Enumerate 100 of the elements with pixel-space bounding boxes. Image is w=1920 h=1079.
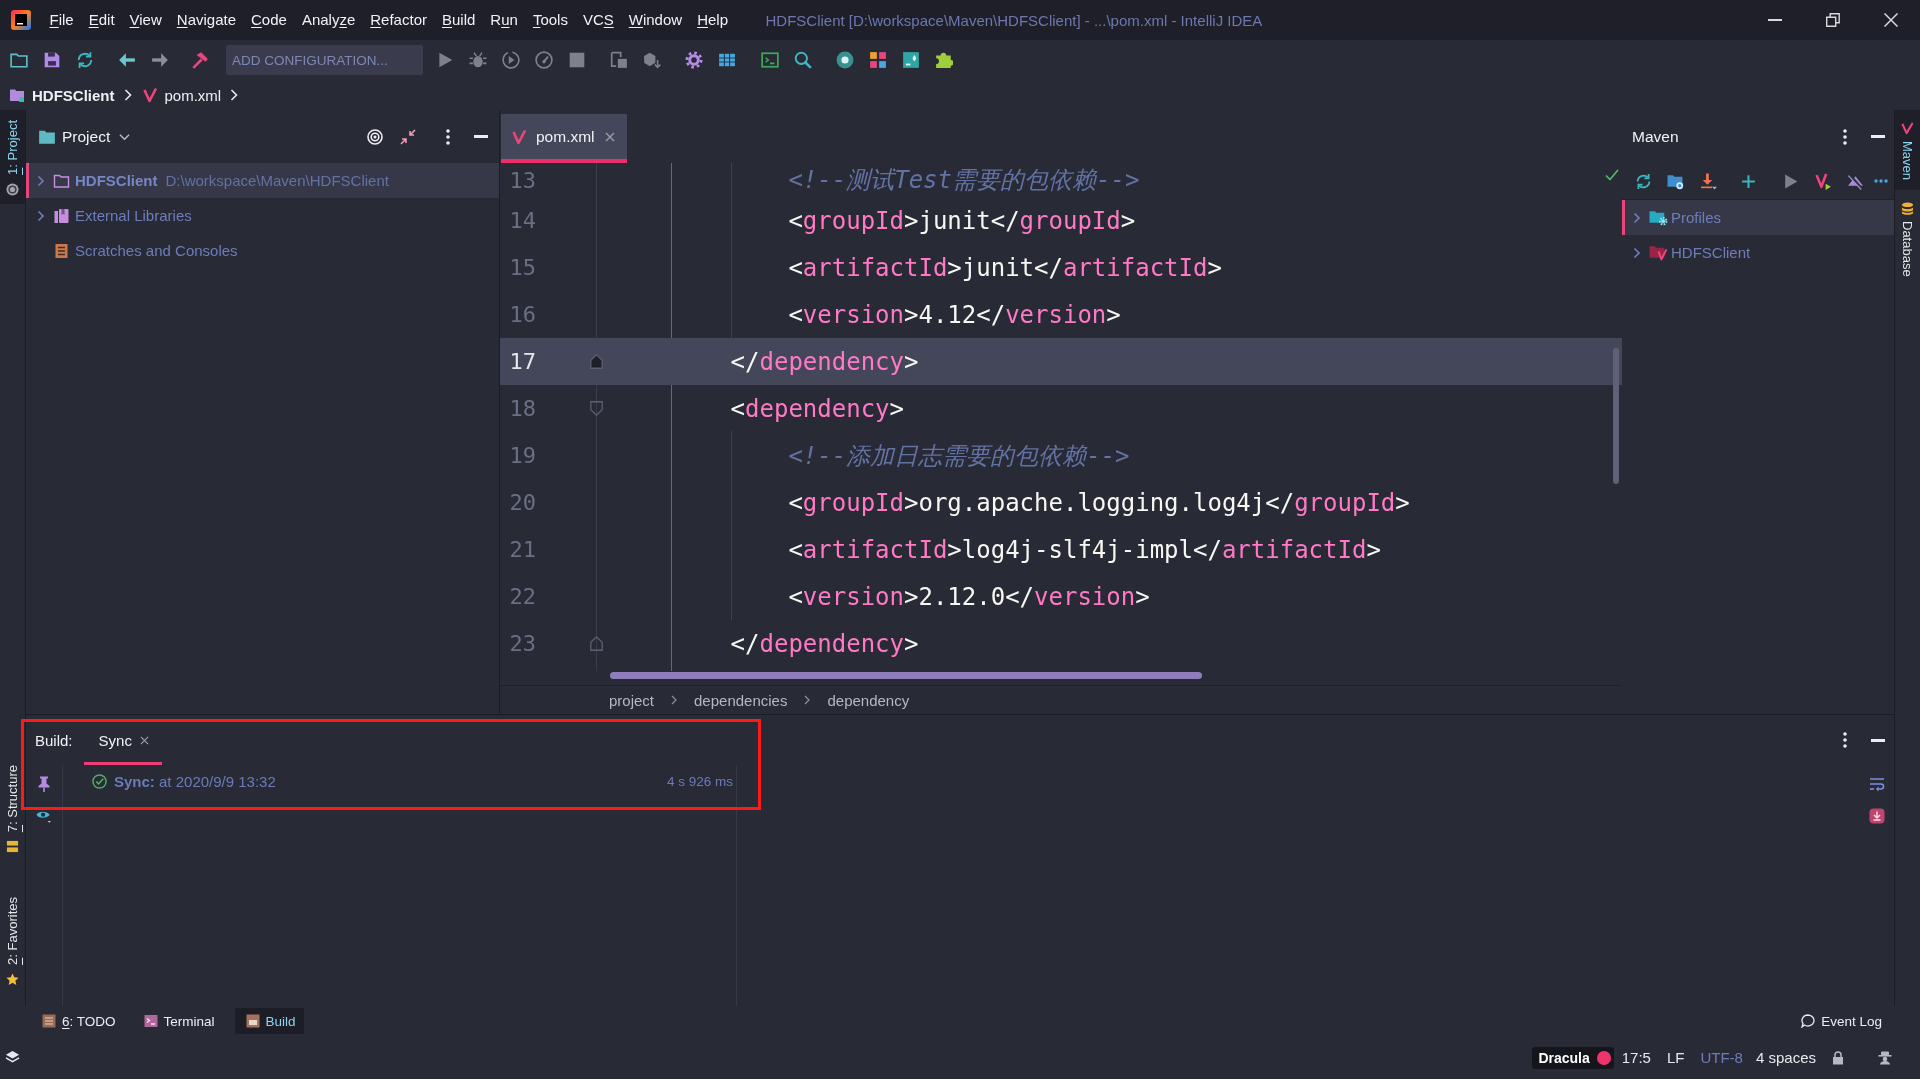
file-encoding[interactable]: UTF-8	[1700, 1049, 1743, 1066]
forward-arrow-icon[interactable]	[151, 51, 169, 69]
tool-window-button[interactable]: 7: Structure	[0, 754, 25, 862]
tool-window-button[interactable]: Database	[1895, 190, 1920, 287]
menu-item[interactable]: VCS	[575, 7, 622, 33]
soft-wrap-icon[interactable]	[1869, 776, 1885, 792]
hammer-icon[interactable]	[191, 51, 209, 69]
menu-item[interactable]: Build	[434, 7, 483, 33]
device-icon[interactable]	[610, 51, 628, 69]
box-arrow-icon[interactable]	[643, 51, 661, 69]
chevron-icon[interactable]	[1631, 246, 1643, 259]
vertical-scrollbar-thumb[interactable]	[1613, 348, 1619, 484]
caret-position[interactable]: 17:5	[1621, 1049, 1651, 1066]
breadcrumb-item[interactable]: HDFSClient	[32, 86, 115, 104]
sync-icon[interactable]	[76, 51, 94, 69]
ring-dot-icon[interactable]	[836, 51, 854, 69]
menu-item[interactable]: Window	[621, 7, 690, 33]
grid-icon[interactable]	[718, 51, 736, 69]
breadcrumb-item[interactable]: dependencies	[694, 691, 788, 709]
tool-window-button[interactable]: Maven	[1895, 110, 1920, 191]
target-icon[interactable]	[367, 128, 383, 145]
v-shape-play-icon[interactable]	[1814, 172, 1832, 190]
code-line: </dependency>	[730, 347, 919, 376]
tool-window-button[interactable]: Build	[234, 1008, 304, 1034]
chevron-icon	[671, 695, 678, 705]
folder-v-icon	[1649, 244, 1668, 261]
menu-item[interactable]: Tools	[525, 7, 576, 33]
sync-entry-text[interactable]: Sync: at 2020/9/9 13:32	[114, 773, 276, 790]
line-separator[interactable]: LF	[1666, 1049, 1685, 1066]
breadcrumb-item[interactable]: pom.xml	[164, 86, 222, 104]
square-arrow-icon[interactable]	[1869, 808, 1885, 824]
bug-icon[interactable]	[469, 51, 487, 69]
editor-tab[interactable]: pom.xml	[501, 114, 627, 163]
speech-bubble-icon	[1801, 1014, 1816, 1028]
hat-figure-icon[interactable]	[1878, 1050, 1892, 1065]
blocks-icon[interactable]	[869, 51, 887, 69]
panel-title[interactable]: Project	[62, 127, 111, 146]
close-icon[interactable]	[139, 735, 149, 745]
restore-icon[interactable]	[1826, 13, 1840, 27]
fold-end-icon[interactable]	[590, 354, 603, 369]
play-circle-icon[interactable]	[502, 51, 520, 69]
menu-item[interactable]: Run	[482, 7, 526, 33]
run-icon[interactable]	[436, 51, 454, 69]
puzzle-icon[interactable]	[935, 51, 953, 69]
menu-item[interactable]: Refactor	[362, 7, 435, 33]
menu-item[interactable]: File	[42, 7, 82, 33]
tool-window-button[interactable]: 6: TODO	[34, 1008, 124, 1034]
theme-badge[interactable]: Dracula	[1532, 1046, 1614, 1069]
folder-gear-icon	[1649, 209, 1668, 226]
menu-item[interactable]: Help	[689, 7, 736, 33]
tool-window-button[interactable]: Event Log	[1793, 1008, 1890, 1034]
tab[interactable]: Sync	[83, 715, 162, 765]
indent-setting[interactable]: 4 spaces	[1755, 1049, 1816, 1066]
back-arrow-icon[interactable]	[118, 51, 136, 69]
chevron-icon[interactable]	[35, 174, 47, 187]
sync-icon[interactable]	[1634, 172, 1652, 190]
line-number: 15	[508, 255, 536, 280]
tree-item[interactable]: Scratches and Consoles	[26, 233, 499, 268]
more-icon[interactable]	[1874, 179, 1888, 183]
horizontal-scrollbar-thumb[interactable]	[610, 672, 1202, 679]
code-line: <!--测试Test需要的包依赖-->	[788, 165, 1140, 196]
menu-item[interactable]: Analyze	[294, 7, 363, 33]
collapse-arrows-icon[interactable]	[400, 128, 416, 145]
crossed-out-icon[interactable]	[1846, 172, 1864, 190]
tree-item[interactable]: HDFSClient	[1622, 235, 1894, 270]
folder-sync-icon[interactable]	[1666, 172, 1684, 190]
add-icon[interactable]	[1739, 172, 1757, 190]
menu-item[interactable]: Code	[243, 7, 295, 33]
menu-item[interactable]: Navigate	[169, 7, 244, 33]
search-icon[interactable]	[794, 51, 812, 69]
more-icon[interactable]	[446, 128, 450, 145]
lock-icon[interactable]	[1832, 1050, 1844, 1065]
tree-item[interactable]: External Libraries	[26, 198, 499, 233]
chevron-down-icon[interactable]	[119, 132, 131, 141]
gauge-icon[interactable]	[535, 51, 553, 69]
breadcrumb-item[interactable]: dependency	[827, 691, 910, 709]
terminal-icon[interactable]	[761, 51, 779, 69]
pin-icon[interactable]	[36, 776, 52, 792]
settings-icon[interactable]	[685, 51, 703, 69]
folder-icon[interactable]	[10, 51, 28, 69]
drop-window-icon[interactable]	[902, 51, 920, 69]
chevron-icon[interactable]	[35, 209, 47, 222]
fold-start-icon[interactable]	[590, 401, 603, 416]
tool-window-button[interactable]: 1: Project	[0, 110, 25, 204]
layers-icon[interactable]	[5, 1050, 20, 1065]
code-line: <version>2.12.0</version>	[788, 582, 1150, 611]
download-icon[interactable]	[1699, 172, 1717, 190]
more-icon[interactable]	[1843, 128, 1847, 145]
tool-window-button[interactable]: Terminal	[135, 1008, 223, 1034]
breadcrumb-item[interactable]: project	[609, 691, 655, 709]
menu-item[interactable]: View	[122, 7, 170, 33]
stop-icon[interactable]	[568, 51, 586, 69]
menu-item[interactable]: Edit	[81, 7, 123, 33]
code-line: <dependency>	[730, 394, 904, 423]
save-icon[interactable]	[43, 51, 61, 69]
chevron-icon[interactable]	[1631, 211, 1643, 224]
code-line: <artifactId>log4j-slf4j-impl</artifactId>	[788, 535, 1381, 564]
more-icon[interactable]	[1843, 732, 1847, 748]
minimize-icon[interactable]	[1871, 738, 1885, 742]
tool-window-button[interactable]: 2: Favorites	[0, 887, 25, 994]
